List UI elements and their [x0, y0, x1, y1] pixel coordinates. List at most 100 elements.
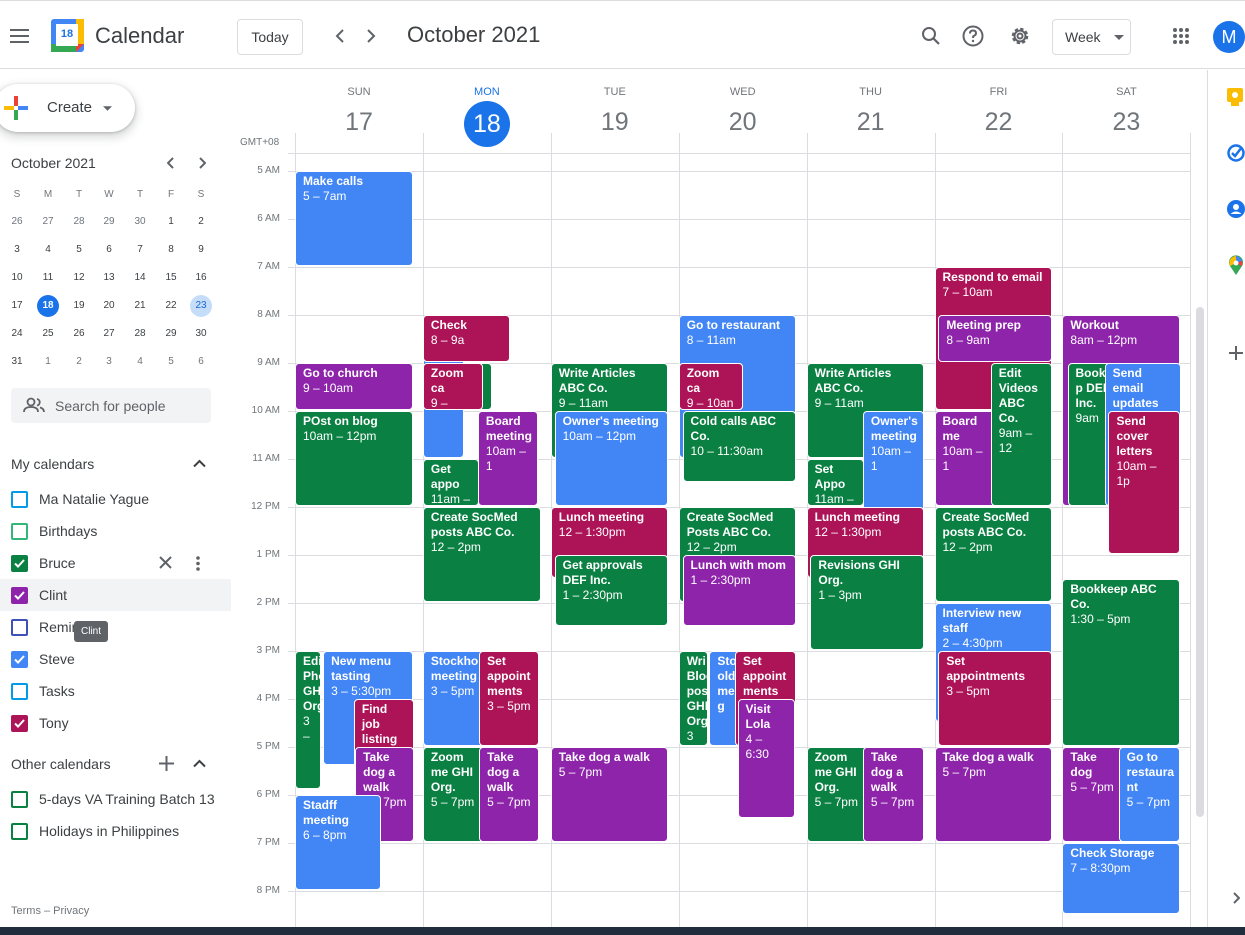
mini-day[interactable]: 11 [34, 272, 62, 283]
mini-day[interactable]: 10 [3, 272, 31, 283]
calendar-event[interactable]: Visit Lola 4 – 6:30 [737, 699, 796, 818]
calendar-event[interactable]: Edit Videos ABC Co. 9am – 12 [990, 363, 1053, 506]
calendar-item[interactable]: Tasks [0, 675, 231, 707]
mini-day[interactable]: 29 [157, 328, 185, 339]
checkbox[interactable] [11, 523, 28, 540]
day-number[interactable]: 21 [807, 108, 935, 137]
mini-day[interactable]: 2 [65, 356, 93, 367]
mini-day[interactable]: 2 [187, 216, 215, 227]
calendar-event[interactable]: Meeting prep 8 – 9am [938, 315, 1053, 362]
calendar-item[interactable]: Reminders [0, 611, 231, 643]
calendar-event[interactable]: Zoom ca9 – 10an [422, 363, 483, 410]
calendar-item[interactable]: Tony [0, 707, 231, 739]
mini-day[interactable]: 6 [187, 356, 215, 367]
chevron-right-icon[interactable] [1232, 892, 1240, 904]
calendar-event[interactable]: Set appoint ments 3 – 5pm [479, 651, 540, 746]
day-number[interactable]: 22 [935, 108, 1063, 137]
apps-button[interactable] [1161, 16, 1201, 56]
checkbox-checked[interactable] [11, 715, 28, 732]
day-number[interactable]: 23 [1062, 108, 1190, 137]
mini-day[interactable]: 22 [157, 300, 185, 311]
calendar-event[interactable]: Wri Blog pos GHI Org3 – [678, 651, 709, 746]
next-week-button[interactable] [351, 16, 391, 56]
calendar-event[interactable]: Set Appo11am – 1 [806, 459, 865, 506]
mini-day[interactable]: 28 [126, 328, 154, 339]
calendar-event[interactable]: Get approvals DEF Inc. 1 – 2:30pm [554, 555, 669, 626]
checkbox[interactable] [11, 823, 28, 840]
mini-day[interactable]: 18 [37, 295, 59, 317]
mini-day[interactable]: 31 [3, 356, 31, 367]
checkbox[interactable] [11, 683, 28, 700]
calendar-event[interactable]: Stockhol meeting 3 – 5pm [422, 651, 487, 746]
mini-day[interactable]: 20 [95, 300, 123, 311]
calendar-event[interactable]: POst on blog 10am – 12pm [295, 411, 413, 506]
checkbox[interactable] [11, 791, 28, 808]
get-addons-plus-icon[interactable] [1229, 346, 1243, 360]
maps-icon[interactable] [1228, 255, 1244, 275]
calendar-item[interactable]: Holidays in Philippines [0, 815, 231, 847]
calendar-event[interactable]: Zoom ca9 – 10an [678, 363, 743, 410]
mini-day[interactable]: 5 [65, 244, 93, 255]
tasks-icon[interactable] [1227, 144, 1245, 162]
day-number[interactable]: 20 [679, 108, 807, 137]
footer-links[interactable]: Terms – Privacy [11, 905, 89, 917]
checkbox-checked[interactable] [11, 587, 28, 604]
mini-day[interactable]: 30 [187, 328, 215, 339]
mini-day[interactable]: 21 [126, 300, 154, 311]
calendar-event[interactable]: Lunch with mom 1 – 2:30pm [682, 555, 797, 626]
calendar-event[interactable]: Take dog a walk 5 – 7pm [862, 747, 925, 842]
mini-day[interactable]: 8 [157, 244, 185, 255]
calendar-event[interactable]: Get appo11am – 1 [422, 459, 480, 506]
day-number[interactable]: 17 [295, 108, 423, 137]
main-menu-button[interactable] [0, 16, 40, 56]
calendar-event[interactable]: Board me 10am – 1 [934, 411, 999, 506]
mini-day[interactable]: 26 [3, 216, 31, 227]
add-other-calendar-icon[interactable] [159, 756, 174, 771]
mini-day[interactable]: 14 [126, 272, 154, 283]
chevron-up-icon[interactable] [193, 459, 206, 468]
mini-day[interactable]: 24 [3, 328, 31, 339]
calendar-event[interactable]: Zoom me GHI Org. 5 – 7pm [422, 747, 485, 842]
mini-next-month-button[interactable] [183, 144, 221, 182]
vertical-scrollbar[interactable] [1196, 307, 1204, 817]
mini-day[interactable]: 27 [34, 216, 62, 227]
contacts-icon[interactable] [1227, 200, 1245, 218]
mini-day[interactable]: 9 [187, 244, 215, 255]
remove-calendar-button[interactable] [159, 556, 172, 569]
mini-day[interactable]: 25 [34, 328, 62, 339]
mini-day[interactable]: 7 [126, 244, 154, 255]
day-number[interactable]: 18 [463, 101, 510, 147]
mini-day[interactable]: 4 [34, 244, 62, 255]
view-select[interactable]: Week [1052, 19, 1131, 55]
settings-button[interactable] [1000, 16, 1040, 56]
calendar-item[interactable]: Steve [0, 643, 231, 675]
keep-icon[interactable] [1227, 88, 1243, 107]
calendar-event[interactable]: Take dog a walk 5 – 7pm [550, 747, 669, 842]
mini-day[interactable]: 29 [95, 216, 123, 227]
calendar-event[interactable]: Zoom me GHI Org. 5 – 7pm [806, 747, 867, 842]
create-button[interactable]: Create [0, 84, 135, 132]
mini-day[interactable]: 3 [3, 244, 31, 255]
mini-day[interactable]: 27 [95, 328, 123, 339]
calendar-event[interactable]: Board meeting 10am – 1 [477, 411, 538, 506]
calendar-event[interactable]: Go to church 9 – 10am [295, 363, 413, 410]
day-number[interactable]: 19 [551, 108, 679, 137]
calendar-item[interactable]: Clint [0, 579, 231, 611]
account-avatar[interactable]: M [1213, 21, 1245, 53]
calendar-event[interactable]: Stadff meeting 6 – 8pm [295, 795, 381, 890]
mini-day[interactable]: 4 [126, 356, 154, 367]
calendar-event[interactable]: Check 8 – 9a [422, 315, 510, 362]
checkbox[interactable] [11, 619, 28, 636]
calendar-event[interactable]: Take dog a walk 5 – 7pm [479, 747, 540, 842]
mini-day[interactable]: 16 [187, 272, 215, 283]
calendar-event[interactable]: Set appointments 3 – 5pm [938, 651, 1053, 746]
help-button[interactable] [953, 16, 993, 56]
calendar-event[interactable]: Bookkeep ABC Co. 1:30 – 5pm [1062, 579, 1181, 746]
mini-day[interactable]: 5 [157, 356, 185, 367]
calendar-event[interactable]: Take dog a walk 5 – 7pm [934, 747, 1053, 842]
checkbox-checked[interactable] [11, 651, 28, 668]
mini-day[interactable]: 13 [95, 272, 123, 283]
calendar-event[interactable]: Cold calls ABC Co. 10 – 11:30am [682, 411, 797, 482]
calendar-event[interactable]: Take dog 5 – 7pm [1062, 747, 1127, 842]
today-button[interactable]: Today [237, 19, 303, 55]
